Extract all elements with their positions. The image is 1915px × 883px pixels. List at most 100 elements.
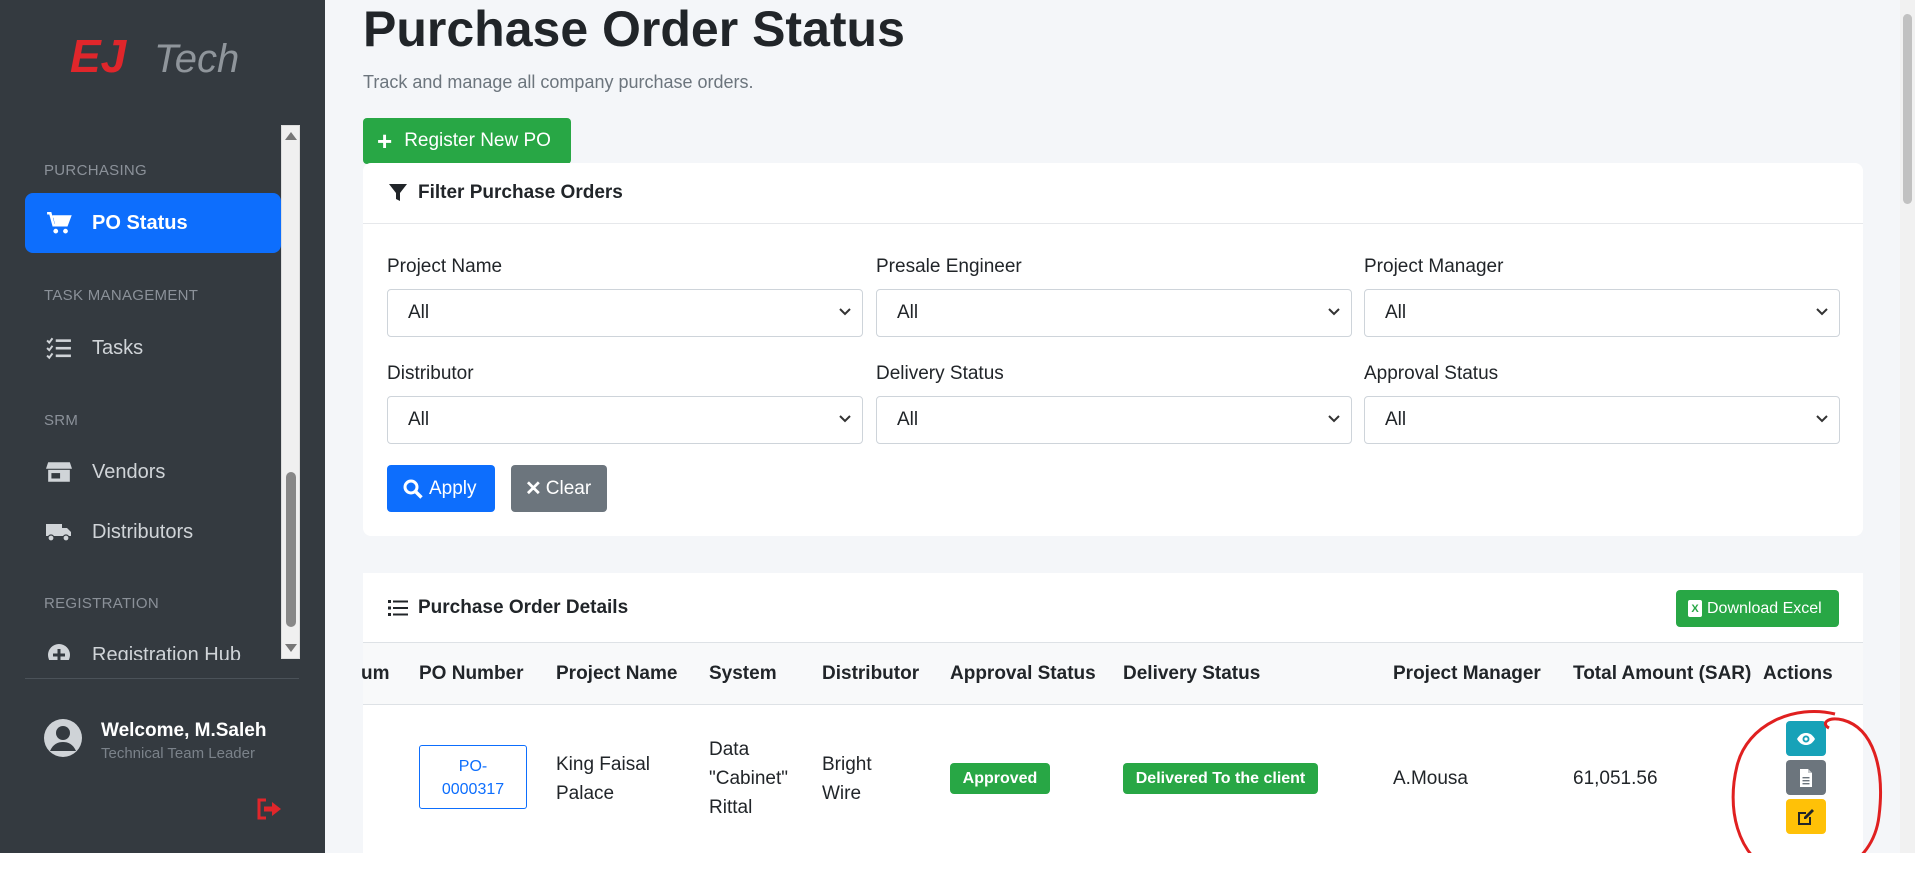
cell-line: Palace xyxy=(556,783,615,804)
filter-label-presale-engineer: Presale Engineer xyxy=(876,256,1022,277)
col-header-delivery-status[interactable]: Delivery Status xyxy=(1123,663,1260,685)
section-registration: REGISTRATION xyxy=(44,595,159,612)
select-value: All xyxy=(1385,409,1407,430)
cell-line: Data xyxy=(709,739,750,760)
sidebar-item-distributors[interactable]: Distributors xyxy=(25,502,281,562)
presale-engineer-select[interactable]: All xyxy=(876,289,1352,337)
view-button[interactable] xyxy=(1786,721,1826,756)
cell-line: Bright xyxy=(822,754,872,775)
user-avatar-icon xyxy=(44,719,82,757)
chevron-down-icon xyxy=(1816,415,1828,423)
select-value: All xyxy=(1385,302,1407,323)
eye-icon xyxy=(1797,732,1815,745)
page-scrollbar-thumb[interactable] xyxy=(1903,14,1912,204)
select-value: All xyxy=(897,409,919,430)
user-role: Technical Team Leader xyxy=(101,745,255,762)
logout-icon[interactable] xyxy=(256,797,282,821)
chevron-down-icon xyxy=(1816,308,1828,316)
cell-project-name: King Faisal Palace xyxy=(556,750,650,808)
sidebar-scrollbar[interactable] xyxy=(281,125,300,659)
page-title: Purchase Order Status xyxy=(363,1,905,57)
project-name-select[interactable]: All xyxy=(387,289,863,337)
sidebar-item-label: Tasks xyxy=(92,336,144,359)
apply-button[interactable]: Apply xyxy=(387,465,495,512)
page-scrollbar[interactable] xyxy=(1900,0,1915,853)
excel-file-icon: X xyxy=(1688,600,1702,617)
sidebar-item-registration-hub[interactable]: Registration Hub xyxy=(25,625,281,660)
user-name: Welcome, M.Saleh xyxy=(101,720,267,741)
chevron-down-icon xyxy=(1328,415,1340,423)
scroll-down-arrow-icon[interactable] xyxy=(285,644,297,652)
col-header-distributor[interactable]: Distributor xyxy=(822,663,919,685)
cell-line: Rittal xyxy=(709,797,753,818)
filter-label-distributor: Distributor xyxy=(387,363,474,384)
cell-line: Wire xyxy=(822,783,862,804)
file-icon xyxy=(1800,768,1812,787)
register-button-label: Register New PO xyxy=(404,130,551,151)
scrollbar-thumb[interactable] xyxy=(286,472,296,627)
col-header-project-name[interactable]: Project Name xyxy=(556,663,677,685)
cell-line: "Cabinet" xyxy=(709,768,788,789)
sidebar-item-po-status[interactable]: PO Status xyxy=(25,193,281,253)
filter-card-header: Filter Purchase Orders xyxy=(363,163,1863,224)
col-header-po-number[interactable]: PO Number xyxy=(419,663,524,685)
po-number-part: 0000317 xyxy=(441,781,505,798)
section-srm: SRM xyxy=(44,412,79,429)
cell-system: Data "Cabinet" Rittal xyxy=(709,735,788,822)
download-excel-button[interactable]: X Download Excel xyxy=(1676,590,1839,627)
filter-card-title: Filter Purchase Orders xyxy=(418,182,623,203)
filter-card: Filter Purchase Orders Project Name All … xyxy=(363,163,1863,536)
list-icon xyxy=(388,599,408,616)
logo-text-gray: Tech xyxy=(154,37,239,81)
col-header-total-amount[interactable]: Total Amount (SAR) xyxy=(1573,663,1751,685)
filter-label-delivery-status: Delivery Status xyxy=(876,363,1004,384)
po-table-title: Purchase Order Details xyxy=(418,596,629,618)
table-head: um PO Number Project Name System Distrib… xyxy=(361,643,1863,705)
scroll-up-arrow-icon[interactable] xyxy=(285,132,297,140)
project-manager-select[interactable]: All xyxy=(1364,289,1840,337)
col-header-approval-status[interactable]: Approval Status xyxy=(950,663,1096,685)
sidebar-nav: PURCHASING PO Status TASK MANAGEMENT Tas… xyxy=(0,125,300,660)
register-new-po-button[interactable]: + Register New PO xyxy=(363,118,571,164)
cell-distributor: Bright Wire xyxy=(822,750,872,808)
tasks-icon xyxy=(45,335,73,361)
col-header-num[interactable]: um xyxy=(361,663,390,685)
edit-icon xyxy=(1798,808,1814,825)
page-subtitle: Track and manage all company purchase or… xyxy=(363,72,754,92)
cell-project-manager: A.Mousa xyxy=(1393,768,1468,789)
ejtech-logo[interactable]: EJ Tech xyxy=(68,30,258,85)
chevron-down-icon xyxy=(839,415,851,423)
cell-total-amount: 61,051.56 xyxy=(1573,768,1658,789)
download-excel-label: Download Excel xyxy=(1707,599,1822,617)
sidebar-item-label: Vendors xyxy=(92,460,166,483)
plus-icon: + xyxy=(377,126,393,156)
shopping-cart-icon xyxy=(45,210,73,236)
delivery-status-badge: Delivered To the client xyxy=(1123,763,1318,794)
sidebar-item-label: Distributors xyxy=(92,520,194,543)
sidebar-item-vendors[interactable]: Vendors xyxy=(25,442,281,502)
apply-button-label: Apply xyxy=(429,477,477,499)
sidebar: EJ Tech PURCHASING PO Status TASK MANAGE… xyxy=(0,0,325,853)
chevron-down-icon xyxy=(1328,308,1340,316)
po-number-link[interactable]: PO- 0000317 xyxy=(419,745,527,809)
document-button[interactable] xyxy=(1786,760,1826,795)
clear-button[interactable]: ✕ Clear xyxy=(511,465,607,512)
sidebar-item-tasks[interactable]: Tasks xyxy=(25,318,281,378)
section-purchasing: PURCHASING xyxy=(44,162,148,179)
main-content: Purchase Order Status Track and manage a… xyxy=(325,0,1900,853)
filter-label-project-manager: Project Manager xyxy=(1364,256,1504,277)
edit-button[interactable] xyxy=(1786,799,1826,834)
select-value: All xyxy=(408,409,430,430)
sidebar-item-label: Registration Hub xyxy=(92,643,241,661)
logo-text-red: EJ xyxy=(70,30,128,82)
distributor-select[interactable]: All xyxy=(387,396,863,444)
col-header-system[interactable]: System xyxy=(709,663,777,685)
delivery-status-select[interactable]: All xyxy=(876,396,1352,444)
close-icon: ✕ xyxy=(525,478,542,500)
col-header-project-manager[interactable]: Project Manager xyxy=(1393,663,1541,685)
po-number-part: PO- xyxy=(458,758,488,775)
clear-button-label: Clear xyxy=(545,477,592,499)
filter-icon xyxy=(389,184,407,201)
approval-status-select[interactable]: All xyxy=(1364,396,1840,444)
truck-icon xyxy=(45,519,73,545)
